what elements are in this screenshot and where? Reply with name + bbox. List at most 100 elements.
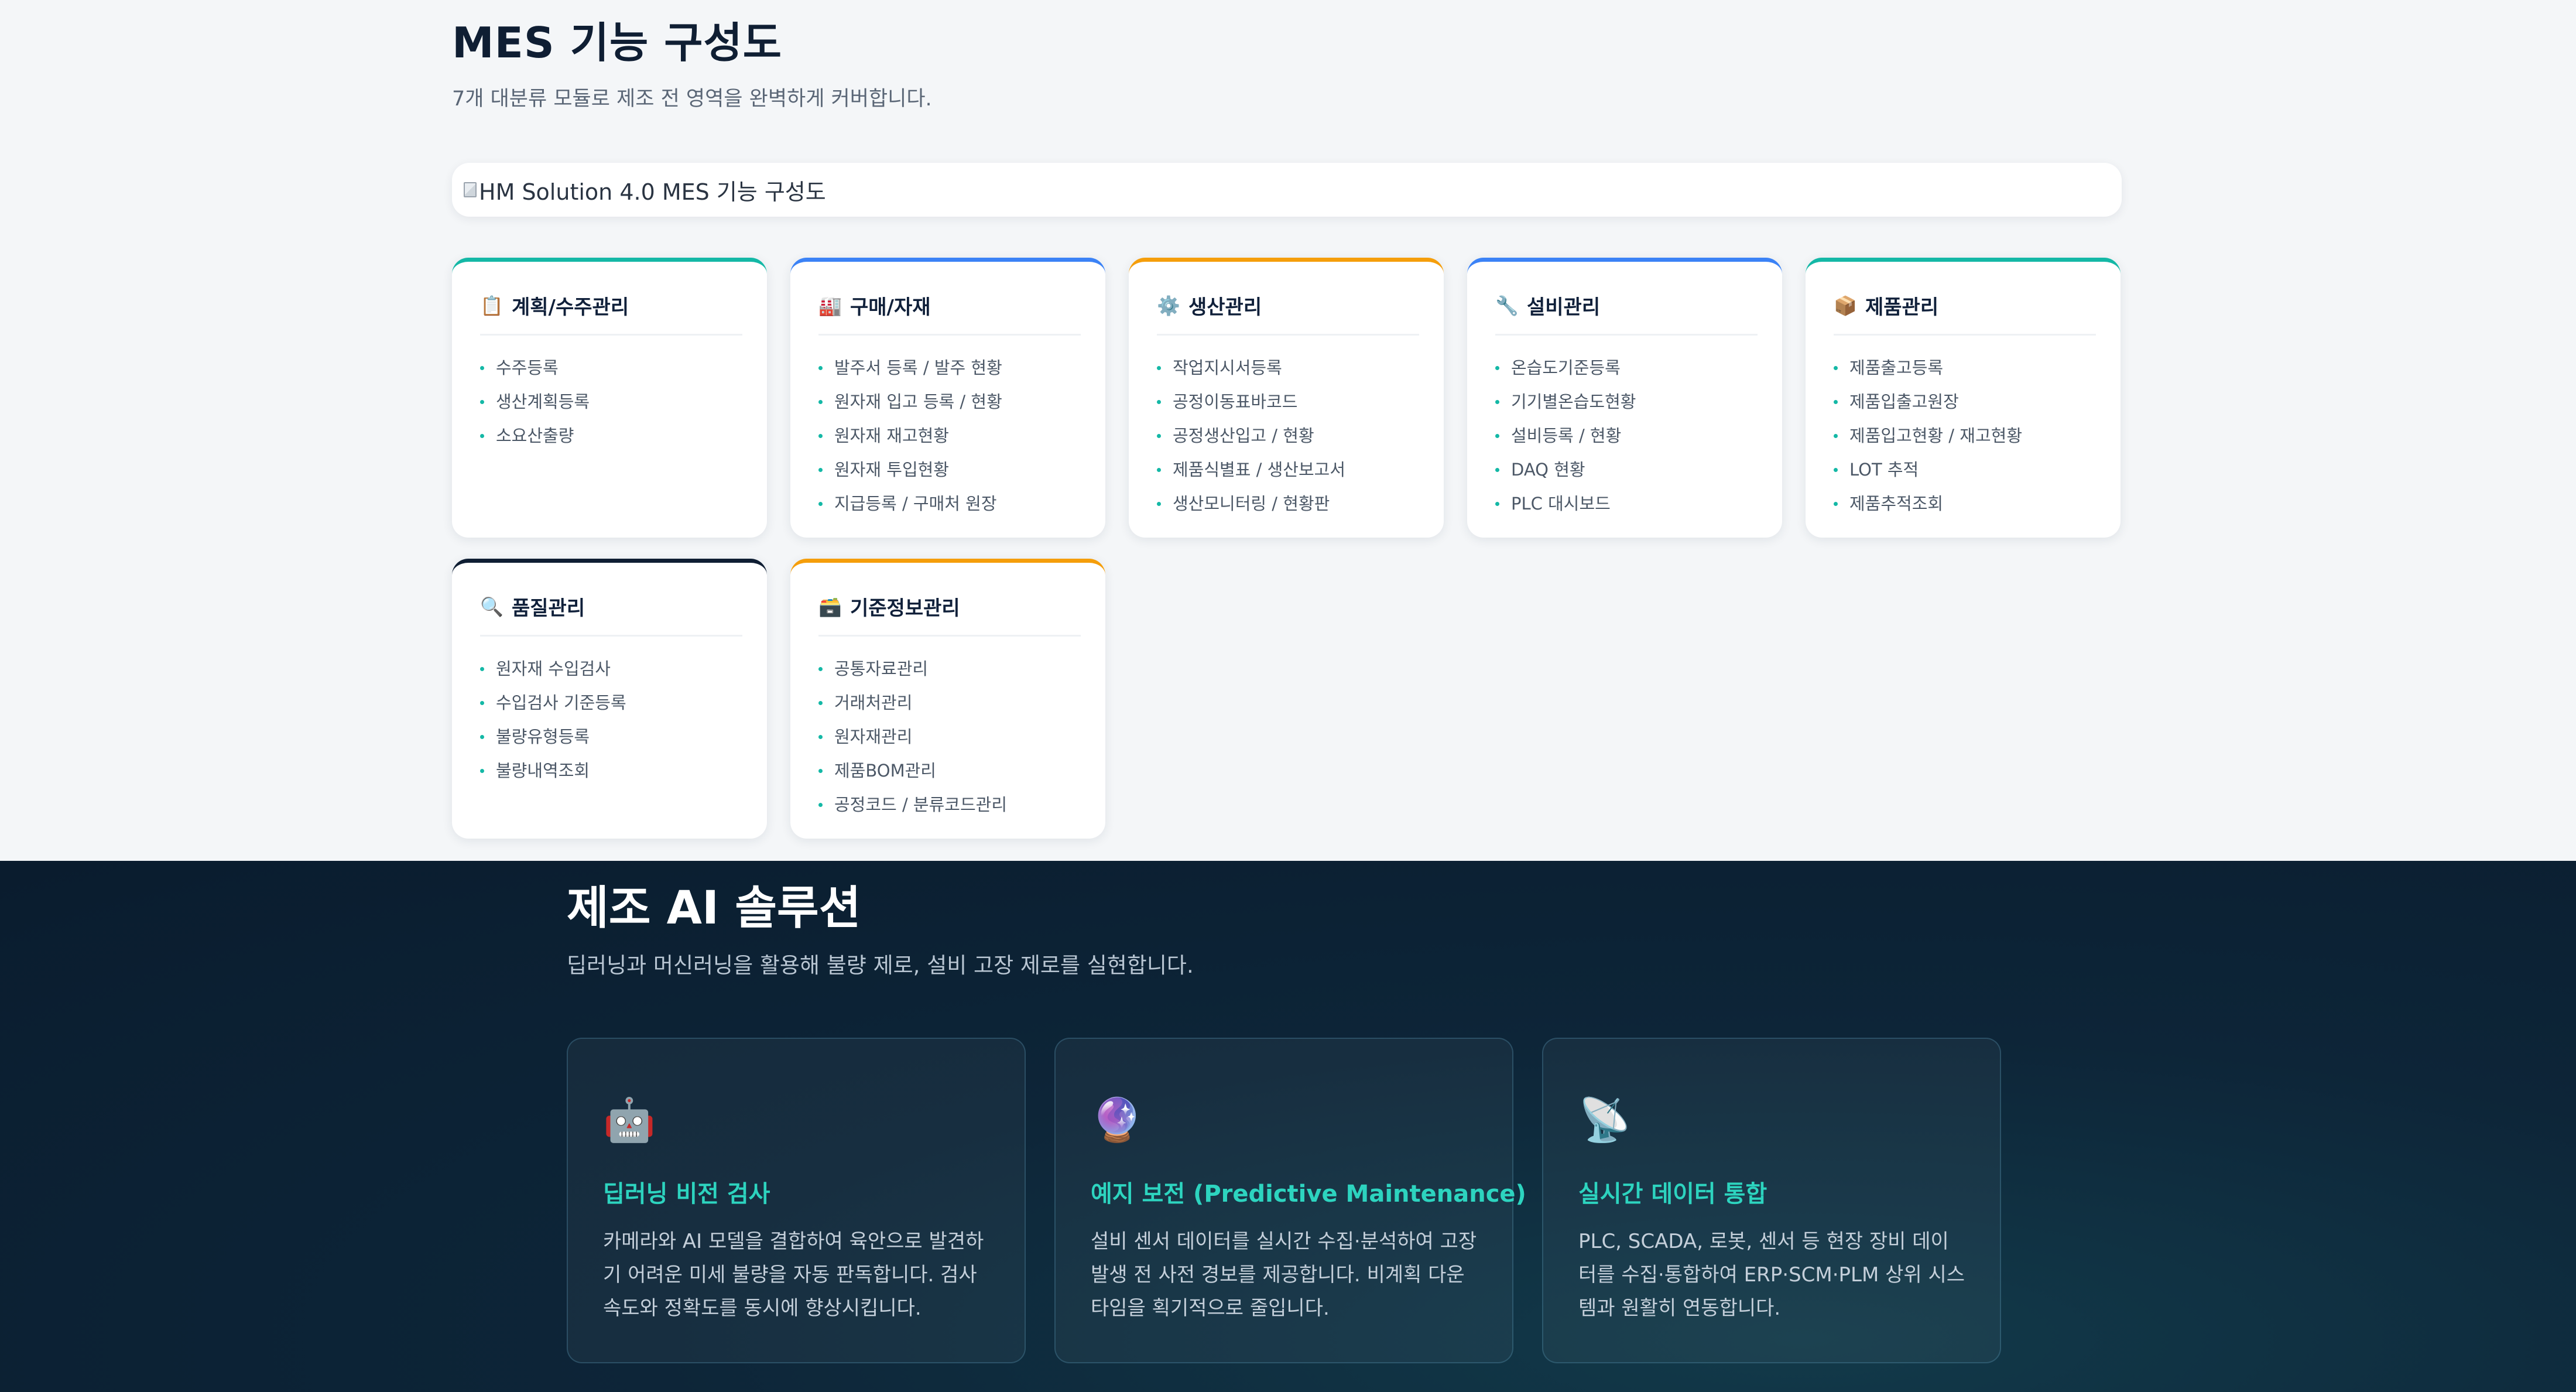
module-item-label: 공정이동표바코드 <box>1173 392 1298 412</box>
module-card: 🏭 구매/자재발주서 등록 / 발주 현황 원자재 입고 등록 / 현황원자재 재고… <box>790 258 1105 538</box>
module-card-title: 제품관리 <box>1865 296 1939 319</box>
module-item: 원자재 입고 등록 / 현황 <box>818 385 1081 419</box>
bullet-dot-icon <box>818 802 823 807</box>
bullet-dot-icon <box>1834 501 1838 506</box>
module-card-header: 🏭 구매/자재 <box>818 291 1081 336</box>
module-item-label: 원자재 재고현황 <box>834 426 949 446</box>
module-card-header: ⚙️ 생산관리 <box>1157 291 1419 336</box>
bullet-dot-icon <box>818 666 823 671</box>
module-card-header: 🔧 설비관리 <box>1495 291 1758 336</box>
ai-solution-card: 🔮 예지 보전 (Predictive Maintenance) 설비 센서 데이터… <box>1054 1038 1526 1363</box>
bullet-dot-icon <box>480 768 484 773</box>
module-card-header: 🔍 품질관리 <box>480 592 742 637</box>
module-item-label: 원자재 수입검사 <box>496 659 611 679</box>
gear-icon: ⚙️ <box>1157 294 1180 317</box>
ai-card-title: 예지 보전 (Predictive Maintenance) <box>1091 1181 1526 1208</box>
module-item-list: 공통자료관리 거래처관리 원자재관리 제품BOM관리공정코드 / 분류코드관리 <box>818 652 1081 822</box>
bullet-dot-icon <box>1157 467 1161 472</box>
ai-solution-card: 📡 실시간 데이터 통합 PLC, SCADA, 로봇, 센서 등 현장 장비 데이… <box>1542 1038 2001 1363</box>
bullet-dot-icon <box>480 666 484 671</box>
module-item: 지급등록 / 구매처 원장 <box>818 487 1081 521</box>
module-item: 원자재관리 <box>818 720 1081 754</box>
module-item: 원자재 재고현황 <box>818 419 1081 453</box>
module-item-label: 작업지시서등록 <box>1173 358 1282 378</box>
module-item: LOT 추적 <box>1834 453 2096 487</box>
bullet-dot-icon <box>1495 501 1499 506</box>
module-item-list: 온습도기준등록 기기별온습도현황 설비등록 / 현황 DAQ 현황 PLC 대시보드 <box>1495 351 1758 521</box>
module-card: 📋 계획/수주관리 수주등록 생산계획등록 소요산출량 <box>452 258 767 538</box>
module-card-header: 📋 계획/수주관리 <box>480 291 742 336</box>
module-item-label: 생산모니터링 / 현황판 <box>1173 494 1330 514</box>
bullet-dot-icon <box>818 467 823 472</box>
module-card-title: 설비관리 <box>1527 296 1601 319</box>
bullet-dot-icon <box>480 734 484 739</box>
ai-card-description: PLC, SCADA, 로봇, 센서 등 현장 장비 데이터를 수집·통합하여 … <box>1578 1230 1965 1320</box>
module-card: 🔧 설비관리 온습도기준등록 기기별온습도현황 설비등록 / 현황 DAQ 현황 PLC 대… <box>1467 258 1782 538</box>
bullet-dot-icon <box>1157 501 1161 506</box>
magnifier-icon: 🔍 <box>480 595 503 618</box>
module-item: 생산모니터링 / 현황판 <box>1157 487 1419 521</box>
module-item: 거래처관리 <box>818 686 1081 720</box>
module-item-label: 불량유형등록 <box>496 727 590 747</box>
ai-card-title: 실시간 데이터 통합 <box>1578 1181 1767 1208</box>
module-item: 공정코드 / 분류코드관리 <box>818 788 1081 822</box>
bullet-dot-icon <box>1157 399 1161 404</box>
bullet-dot-icon <box>1834 467 1838 472</box>
module-item-list: 제품출고등록제품입출고원장제품입고현황 / 재고현황 LOT 추적제품추적조회 <box>1834 351 2096 521</box>
bullet-dot-icon <box>818 700 823 705</box>
module-item: DAQ 현황 <box>1495 453 1758 487</box>
module-item: 작업지시서등록 <box>1157 351 1419 385</box>
ai-card-description: 카메라와 AI 모델을 결합하여 육안으로 발견하기 어려운 미세 불량을 자동… <box>603 1230 984 1320</box>
module-item: 소요산출량 <box>480 419 742 453</box>
mes-section: MES 기능 구성도 7개 대분류 모듈로 제조 전 영역을 완벽하게 커버합니… <box>0 0 2576 861</box>
clipboard-icon: 📋 <box>480 294 503 317</box>
module-item: 불량내역조회 <box>480 754 742 788</box>
module-item: 공정이동표바코드 <box>1157 385 1419 419</box>
ai-card-title: 딥러닝 비전 검사 <box>603 1181 770 1208</box>
mes-title: MES 기능 구성도 <box>452 18 783 67</box>
module-card-title: 기준정보관리 <box>850 597 960 620</box>
module-item-list: 원자재 수입검사수입검사 기준등록불량유형등록불량내역조회 <box>480 652 742 788</box>
module-item-label: 제품추적조회 <box>1849 494 1944 514</box>
module-item-label: 소요산출량 <box>496 426 574 446</box>
bullet-dot-icon <box>818 433 823 438</box>
ai-card-description: 설비 센서 데이터를 실시간 수집·분석하여 고장 발생 전 사전 경보를 제공… <box>1091 1230 1477 1320</box>
module-item: 제품입출고원장 <box>1834 385 2096 419</box>
module-item-label: 설비등록 / 현황 <box>1511 426 1622 446</box>
module-item: 제품추적조회 <box>1834 487 2096 521</box>
module-card-header: 🗃️ 기준정보관리 <box>818 592 1081 637</box>
satellite-antenna-icon: 📡 <box>1578 1095 1631 1144</box>
bullet-dot-icon <box>818 501 823 506</box>
module-card-title: 품질관리 <box>512 597 585 620</box>
module-item: 수주등록 <box>480 351 742 385</box>
module-item-label: 온습도기준등록 <box>1511 358 1621 378</box>
bullet-dot-icon <box>1157 433 1161 438</box>
module-item: 제품출고등록 <box>1834 351 2096 385</box>
module-item-list: 발주서 등록 / 발주 현황 원자재 입고 등록 / 현황 원자재 재고현황 원자재 … <box>818 351 1081 521</box>
module-item-label: 제품식별표 / 생산보고서 <box>1173 460 1346 480</box>
module-item-label: 제품입출고원장 <box>1849 392 1959 412</box>
broken-image-icon <box>464 182 477 197</box>
module-item-label: 기기별온습도현황 <box>1511 392 1636 412</box>
module-item: 제품BOM관리 <box>818 754 1081 788</box>
module-item-label: 수입검사 기준등록 <box>496 693 626 713</box>
module-item: 온습도기준등록 <box>1495 351 1758 385</box>
module-card-title: 생산관리 <box>1188 296 1262 319</box>
module-item: 발주서 등록 / 발주 현황 <box>818 351 1081 385</box>
module-item: 불량유형등록 <box>480 720 742 754</box>
module-item: 기기별온습도현황 <box>1495 385 1758 419</box>
crystal-ball-icon: 🔮 <box>1091 1095 1143 1144</box>
module-item: 제품식별표 / 생산보고서 <box>1157 453 1419 487</box>
ai-section: 제조 AI 솔루션 딥러닝과 머신러닝을 활용해 불량 제로, 설비 고장 제로… <box>0 861 2576 1392</box>
module-card-title: 계획/수주관리 <box>512 296 629 319</box>
bullet-dot-icon <box>1495 399 1499 404</box>
module-item: 제품입고현황 / 재고현황 <box>1834 419 2096 453</box>
module-item-label: 불량내역조회 <box>496 761 590 781</box>
module-card-header: 📦 제품관리 <box>1834 291 2096 336</box>
bullet-dot-icon <box>818 399 823 404</box>
ai-subtitle: 딥러닝과 머신러닝을 활용해 불량 제로, 설비 고장 제로를 실현합니다. <box>567 953 1194 978</box>
module-item: 공통자료관리 <box>818 652 1081 686</box>
bullet-dot-icon <box>1157 365 1161 370</box>
module-item-label: DAQ 현황 <box>1511 460 1585 480</box>
module-item-label: 공정코드 / 분류코드관리 <box>834 795 1008 815</box>
